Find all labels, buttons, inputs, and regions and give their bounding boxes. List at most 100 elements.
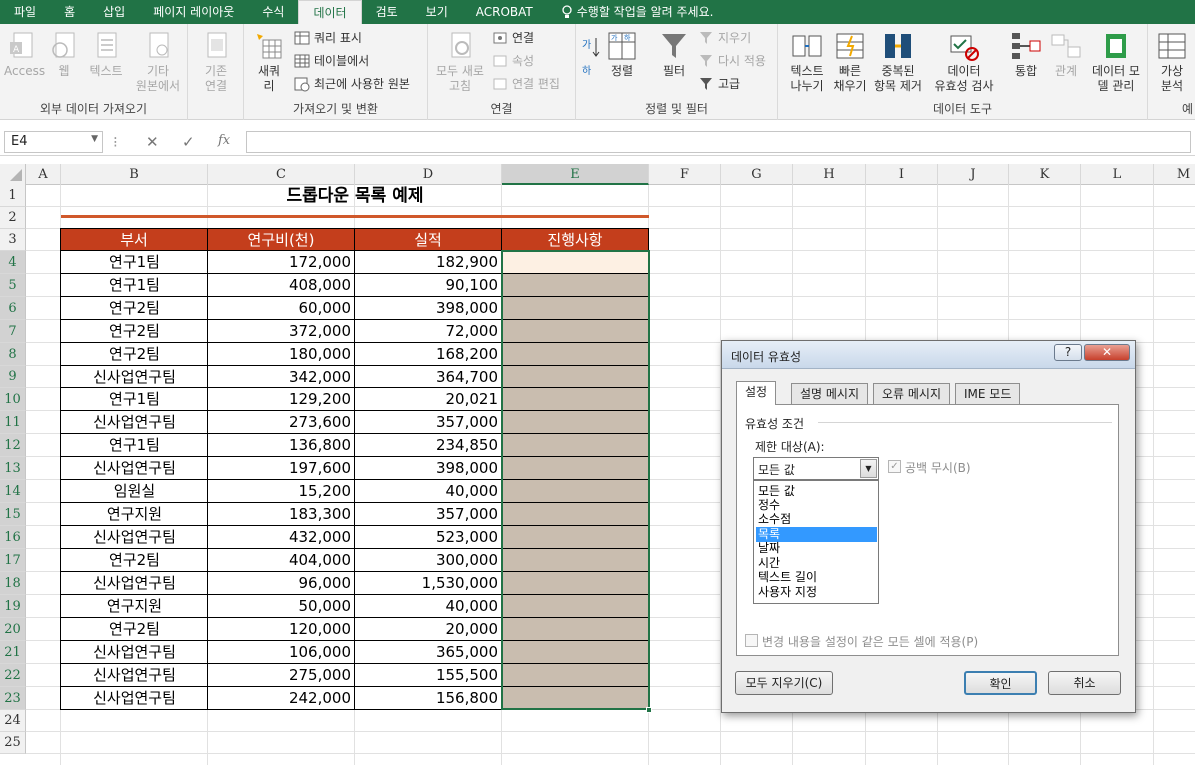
ok-button[interactable]: 확인	[964, 671, 1037, 695]
column-header-b[interactable]: B	[61, 164, 208, 185]
column-header-l[interactable]: L	[1081, 164, 1154, 185]
column-header-k[interactable]: K	[1009, 164, 1081, 185]
clear-all-button[interactable]: 모두 지우기(C)	[735, 671, 833, 695]
row-header-22[interactable]: 22	[0, 664, 26, 687]
cell-budget[interactable]: 96,000	[208, 572, 355, 595]
tab-input-message[interactable]: 설명 메시지	[791, 383, 869, 404]
tab-insert[interactable]: 삽입	[89, 0, 139, 24]
row-header-24[interactable]: 24	[0, 710, 26, 732]
option-list[interactable]: 목록	[756, 527, 877, 542]
insert-function-icon[interactable]: fx	[218, 133, 230, 148]
cell-department[interactable]: 신사업연구팀	[61, 687, 208, 710]
column-header-e[interactable]: E	[502, 164, 649, 185]
cancel-button[interactable]: 취소	[1048, 671, 1121, 695]
row-header-25[interactable]: 25	[0, 732, 26, 754]
connections-button[interactable]: 연결	[492, 28, 534, 48]
cell-results[interactable]: 234,850	[355, 434, 502, 457]
row-header-21[interactable]: 21	[0, 641, 26, 664]
cancel-icon[interactable]: ✕	[146, 133, 159, 151]
sort-button[interactable]: 가하 정렬	[606, 30, 638, 79]
cell-budget[interactable]: 273,600	[208, 411, 355, 434]
tell-me-box[interactable]: 수행할 작업을 알려 주세요.	[547, 0, 728, 24]
text-to-columns-button[interactable]: 텍스트 나누기	[784, 30, 830, 94]
name-box[interactable]: E4 ▼	[4, 131, 103, 153]
option-text-length[interactable]: 텍스트 길이	[756, 570, 877, 585]
row-header-11[interactable]: 11	[0, 411, 26, 434]
cell-budget[interactable]: 197,600	[208, 457, 355, 480]
column-header-i[interactable]: I	[866, 164, 938, 185]
cell-department[interactable]: 연구1팀	[61, 388, 208, 411]
tab-settings[interactable]: 설정	[736, 381, 777, 405]
cell-budget[interactable]: 120,000	[208, 618, 355, 641]
remove-duplicates-button[interactable]: 중복된 항목 제거	[872, 30, 924, 94]
cell-results[interactable]: 20,000	[355, 618, 502, 641]
advanced-filter-button[interactable]: 고급	[698, 74, 740, 94]
recent-sources-button[interactable]: 최근에 사용한 원본	[294, 74, 410, 94]
cell-department[interactable]: 임원실	[61, 480, 208, 503]
cell-department[interactable]: 연구2팀	[61, 320, 208, 343]
cell-department[interactable]: 연구2팀	[61, 549, 208, 572]
cell-results[interactable]: 523,000	[355, 526, 502, 549]
cell-results[interactable]: 72,000	[355, 320, 502, 343]
cell-department[interactable]: 연구1팀	[61, 434, 208, 457]
tab-home[interactable]: 홈	[50, 0, 89, 24]
apply-all-checkbox[interactable]	[745, 634, 758, 647]
option-whole-number[interactable]: 정수	[756, 498, 877, 513]
enter-check-icon[interactable]: ✓	[182, 133, 195, 151]
option-decimal[interactable]: 소수점	[756, 512, 877, 527]
show-queries-button[interactable]: 쿼리 표시	[294, 28, 362, 48]
allow-select[interactable]: 모든 값 ▼	[753, 457, 879, 480]
cell-department[interactable]: 연구2팀	[61, 297, 208, 320]
tab-error-alert[interactable]: 오류 메시지	[873, 383, 951, 404]
cell-budget[interactable]: 342,000	[208, 366, 355, 388]
cell-department[interactable]: 신사업연구팀	[61, 526, 208, 549]
row-header-19[interactable]: 19	[0, 595, 26, 618]
cell-department[interactable]: 신사업연구팀	[61, 664, 208, 687]
row-header-10[interactable]: 10	[0, 388, 26, 411]
option-date[interactable]: 날짜	[756, 541, 877, 556]
cell-results[interactable]: 300,000	[355, 549, 502, 572]
relationships-button[interactable]: 관계	[1048, 30, 1084, 79]
reapply-button[interactable]: 다시 적용	[698, 51, 766, 71]
cell-results[interactable]: 357,000	[355, 411, 502, 434]
properties-button[interactable]: 속성	[492, 51, 534, 71]
cell-department[interactable]: 연구지원	[61, 503, 208, 526]
chevron-down-icon[interactable]: ▼	[860, 459, 877, 478]
clear-filter-button[interactable]: 지우기	[698, 28, 751, 48]
cell-results[interactable]: 155,500	[355, 664, 502, 687]
access-button[interactable]: A Access	[4, 30, 45, 79]
row-header-16[interactable]: 16	[0, 526, 26, 549]
cell-budget[interactable]: 275,000	[208, 664, 355, 687]
cell-department[interactable]: 신사업연구팀	[61, 641, 208, 664]
cell-budget[interactable]: 172,000	[208, 251, 355, 274]
cell-results[interactable]: 357,000	[355, 503, 502, 526]
row-header-2[interactable]: 2	[0, 207, 26, 229]
row-header-14[interactable]: 14	[0, 480, 26, 503]
row-header-9[interactable]: 9	[0, 366, 26, 388]
column-header-h[interactable]: H	[793, 164, 866, 185]
tab-data[interactable]: 데이터	[298, 0, 362, 24]
tab-review[interactable]: 검토	[362, 0, 412, 24]
sort-az-button[interactable]: 가하	[580, 34, 602, 84]
cell-results[interactable]: 90,100	[355, 274, 502, 297]
row-header-8[interactable]: 8	[0, 343, 26, 366]
cell-budget[interactable]: 180,000	[208, 343, 355, 366]
option-any-value[interactable]: 모든 값	[756, 484, 877, 499]
cell-budget[interactable]: 432,000	[208, 526, 355, 549]
cell-department[interactable]: 연구2팀	[61, 343, 208, 366]
cell-results[interactable]: 182,900	[355, 251, 502, 274]
cell-results[interactable]: 1,530,000	[355, 572, 502, 595]
option-time[interactable]: 시간	[756, 556, 877, 571]
row-header-6[interactable]: 6	[0, 297, 26, 320]
cell-budget[interactable]: 136,800	[208, 434, 355, 457]
refresh-all-button[interactable]: 모두 새로 고침	[432, 30, 488, 94]
tab-ime-mode[interactable]: IME 모드	[955, 383, 1021, 404]
row-header-20[interactable]: 20	[0, 618, 26, 641]
cell-budget[interactable]: 404,000	[208, 549, 355, 572]
column-header-f[interactable]: F	[649, 164, 721, 185]
row-header-7[interactable]: 7	[0, 320, 26, 343]
tab-page-layout[interactable]: 페이지 레이아웃	[139, 0, 248, 24]
column-header-g[interactable]: G	[721, 164, 793, 185]
data-validation-button[interactable]: 데이터 유효성 검사	[926, 30, 1002, 94]
formula-input[interactable]	[246, 131, 1191, 153]
